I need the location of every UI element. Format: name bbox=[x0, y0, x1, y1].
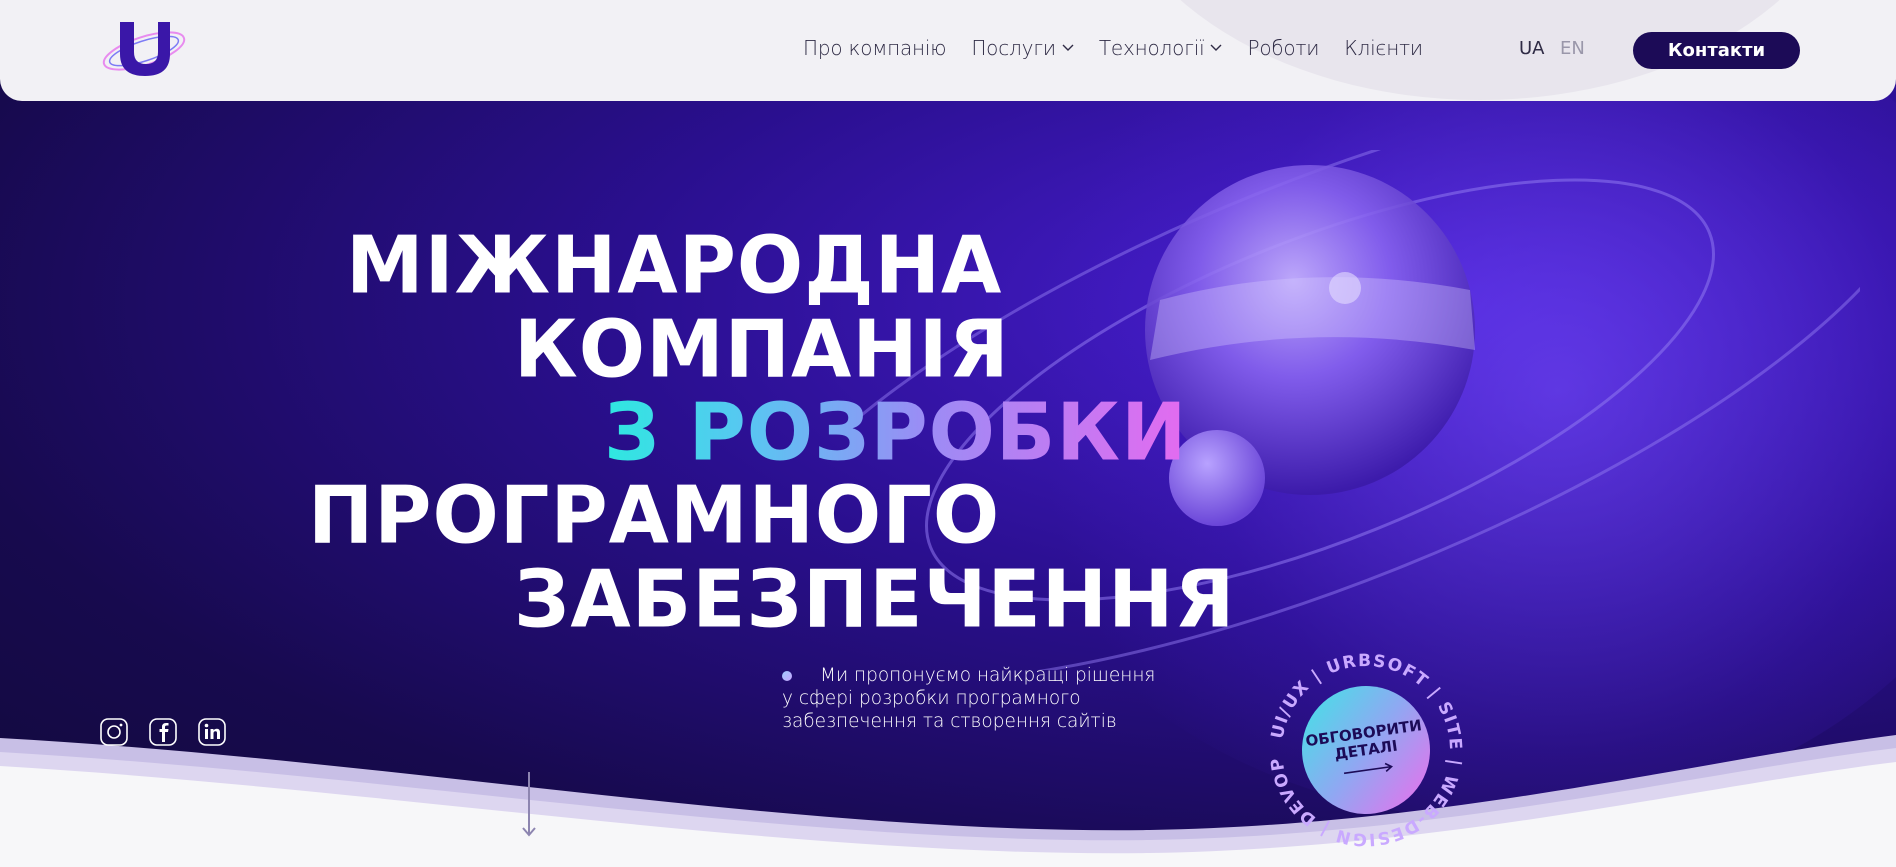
social-links bbox=[99, 717, 227, 747]
linkedin-icon[interactable] bbox=[197, 717, 227, 747]
company-logo[interactable] bbox=[98, 18, 190, 80]
arrow-right-icon bbox=[1343, 762, 1393, 775]
nav-technologies-label: Технології bbox=[1098, 36, 1205, 60]
discuss-badge[interactable]: UI/UX | URBSOFT | SITE | WEB-DESIGN | DE… bbox=[1268, 652, 1464, 848]
lang-ua[interactable]: UA bbox=[1519, 38, 1545, 59]
tagline-line-2: у сфері розробки програмного bbox=[782, 688, 1081, 709]
headline-line-4: ПРОГРАМНОГО bbox=[308, 470, 1001, 562]
hero-tagline: Ми пропонуємо найкращі рішення у сфері р… bbox=[782, 664, 1155, 733]
headline-line-3: З РОЗРОБКИ bbox=[604, 387, 1188, 479]
chevron-down-icon bbox=[1210, 44, 1222, 51]
instagram-icon[interactable] bbox=[99, 717, 129, 747]
lang-en[interactable]: EN bbox=[1560, 38, 1585, 59]
nav-about[interactable]: Про компанію bbox=[803, 36, 947, 60]
scroll-down-arrow-icon[interactable] bbox=[522, 772, 536, 838]
nav-works[interactable]: Роботи bbox=[1247, 36, 1319, 60]
nav-services[interactable]: Послуги bbox=[971, 36, 1074, 60]
headline-line-1: МІЖНАРОДНА bbox=[346, 220, 1003, 312]
tagline-line-3: забезпечення та створення сайтів bbox=[782, 711, 1117, 732]
nav-clients[interactable]: Клієнти bbox=[1344, 36, 1423, 60]
nav-technologies[interactable]: Технології bbox=[1099, 36, 1223, 60]
facebook-icon[interactable] bbox=[148, 717, 178, 747]
main-nav: Про компанію Послуги Технології Роботи К… bbox=[803, 36, 1423, 60]
nav-about-label: Про компанію bbox=[803, 36, 947, 60]
headline-line-5: ЗАБЕЗПЕЧЕННЯ bbox=[514, 554, 1236, 646]
tagline-line-1: Ми пропонуємо найкращі рішення bbox=[820, 665, 1156, 686]
chevron-down-icon bbox=[1062, 44, 1074, 51]
bullet-dot-icon bbox=[782, 671, 792, 681]
nav-clients-label: Клієнти bbox=[1344, 36, 1423, 60]
contacts-button[interactable]: Контакти bbox=[1633, 32, 1800, 69]
headline-line-2: КОМПАНІЯ bbox=[514, 304, 1010, 396]
site-header: Про компанію Послуги Технології Роботи К… bbox=[0, 0, 1896, 101]
nav-services-label: Послуги bbox=[971, 36, 1056, 60]
nav-works-label: Роботи bbox=[1247, 36, 1320, 60]
